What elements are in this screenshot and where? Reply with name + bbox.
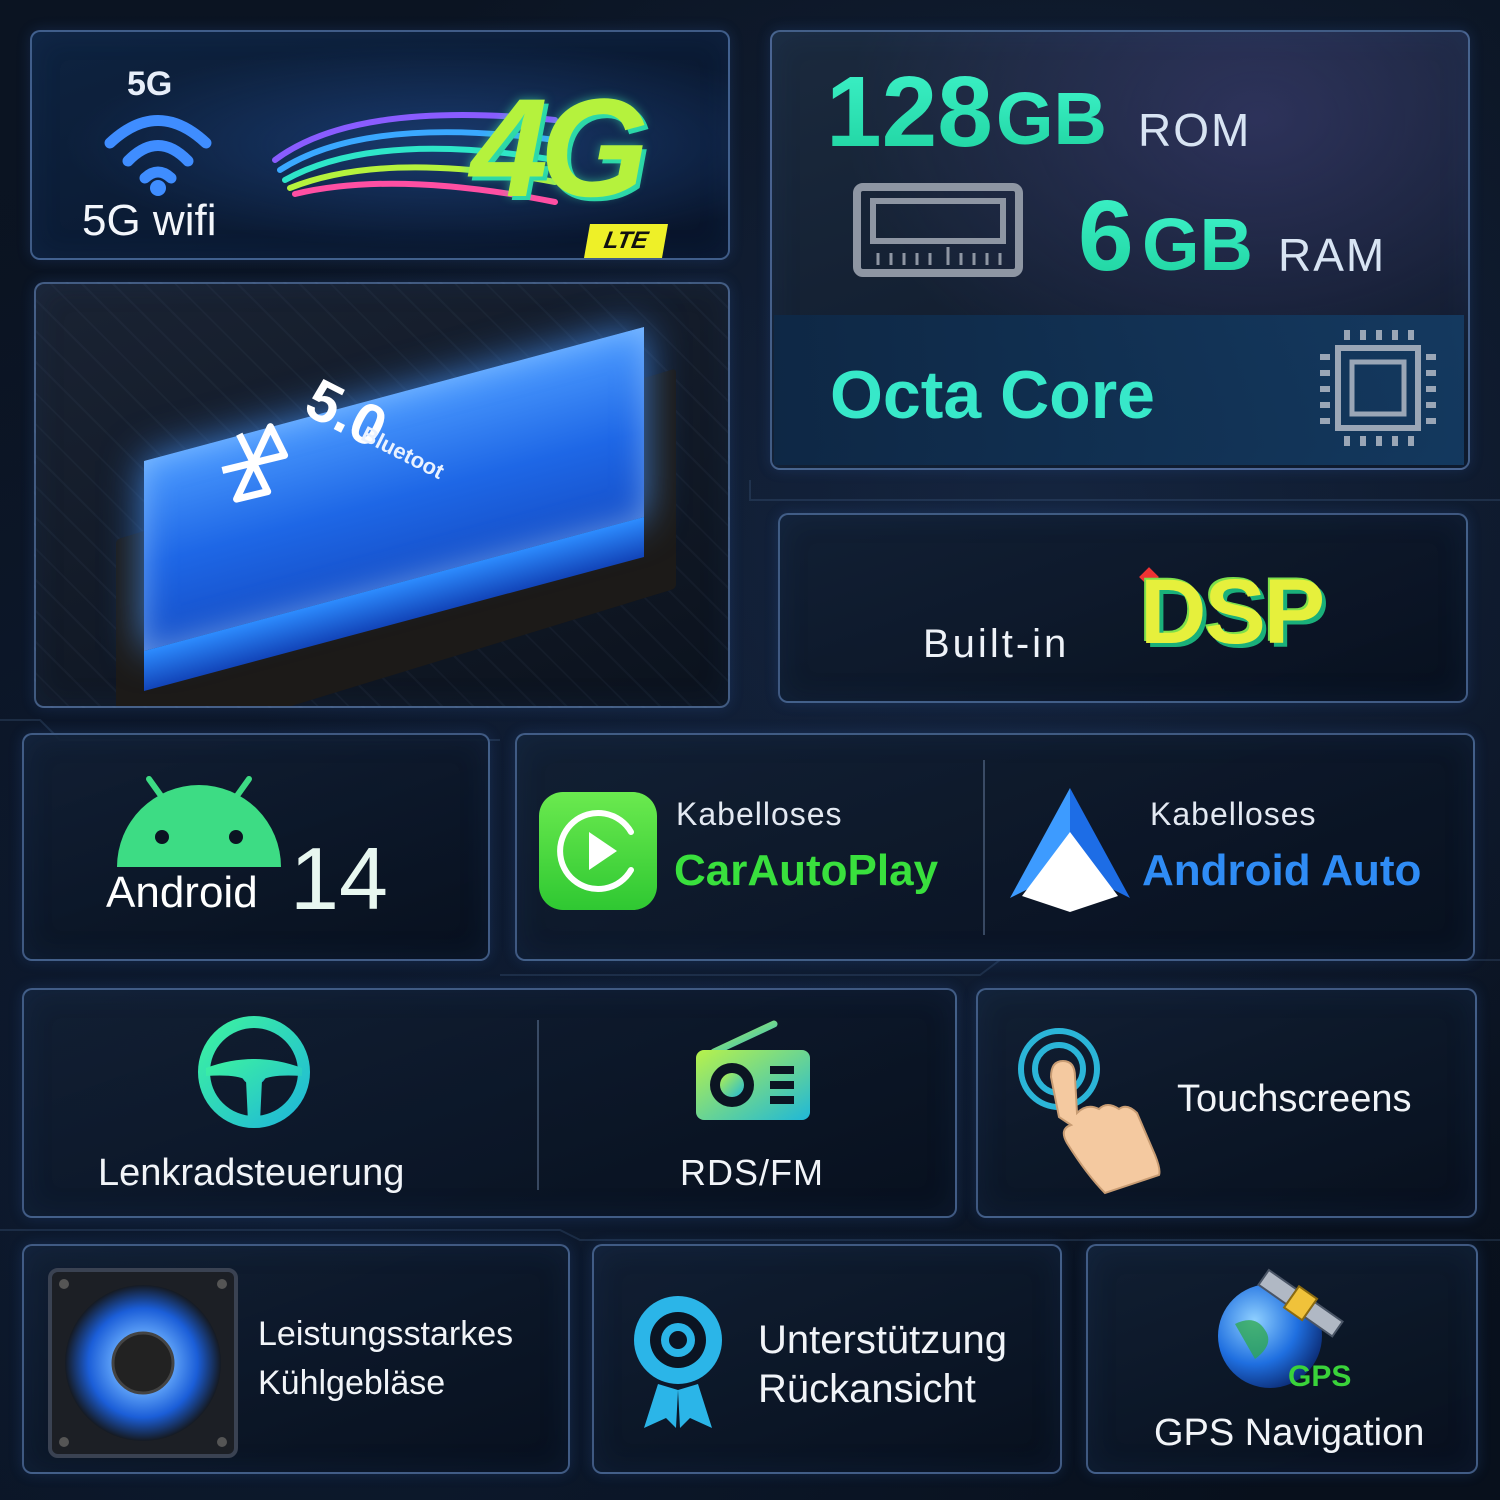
dsp-prefix: Built-in	[923, 622, 1070, 666]
wifi-icon	[104, 115, 212, 196]
android-robot-icon	[117, 776, 281, 867]
androidauto-name: Android Auto	[1142, 846, 1422, 895]
carplay-icon	[539, 792, 657, 910]
cpu-chip-icon	[1320, 330, 1436, 446]
steering-wheel-icon	[198, 1016, 310, 1128]
camera-label-line2: Rückansicht	[758, 1367, 976, 1411]
lte-badge: LTE	[584, 224, 668, 258]
dsp-logo: DSP	[1140, 561, 1325, 663]
camera-label-line1: Unterstützung	[758, 1318, 1008, 1362]
wireless-divider	[983, 760, 985, 935]
touch-label: Touchscreens	[1177, 1078, 1412, 1120]
fan-label-line1: Leistungsstarkes	[258, 1315, 514, 1353]
gps-label: GPS Navigation	[1154, 1412, 1425, 1454]
steering-divider	[537, 1020, 539, 1190]
5g-badge: 5G	[127, 65, 173, 103]
radio-icon	[696, 1020, 810, 1120]
dsp-card	[778, 513, 1468, 703]
rom-unit: GB	[996, 77, 1107, 160]
steering-label: Lenkradsteuerung	[98, 1152, 405, 1194]
4g-logo: 4G	[470, 69, 649, 226]
cooling-fan-icon	[48, 1268, 238, 1458]
ram-unit: GB	[1142, 203, 1253, 286]
cpu-label: Octa Core	[830, 357, 1155, 433]
android-label: Android	[106, 868, 258, 917]
android-version: 14	[290, 829, 388, 928]
bluetooth-icon	[221, 423, 289, 503]
wifi-label: 5G wifi	[82, 196, 217, 245]
ram-value: 6	[1078, 180, 1134, 292]
rom-label: ROM	[1138, 104, 1252, 156]
carplay-name: CarAutoPlay	[674, 846, 939, 895]
fan-label-line2: Kühlgebläse	[258, 1364, 446, 1402]
ram-label: RAM	[1278, 229, 1387, 281]
gps-badge: GPS	[1288, 1360, 1352, 1393]
bluetooth-chip-card	[34, 282, 730, 708]
rom-value: 128	[826, 56, 993, 168]
touch-hand-icon	[1018, 1028, 1161, 1195]
memory-module-icon	[853, 183, 1023, 277]
android-auto-icon	[1010, 788, 1130, 912]
camera-icon	[634, 1296, 722, 1428]
androidauto-prefix: Kabelloses	[1150, 796, 1317, 832]
radio-label: RDS/FM	[680, 1152, 824, 1193]
carplay-prefix: Kabelloses	[676, 796, 843, 832]
